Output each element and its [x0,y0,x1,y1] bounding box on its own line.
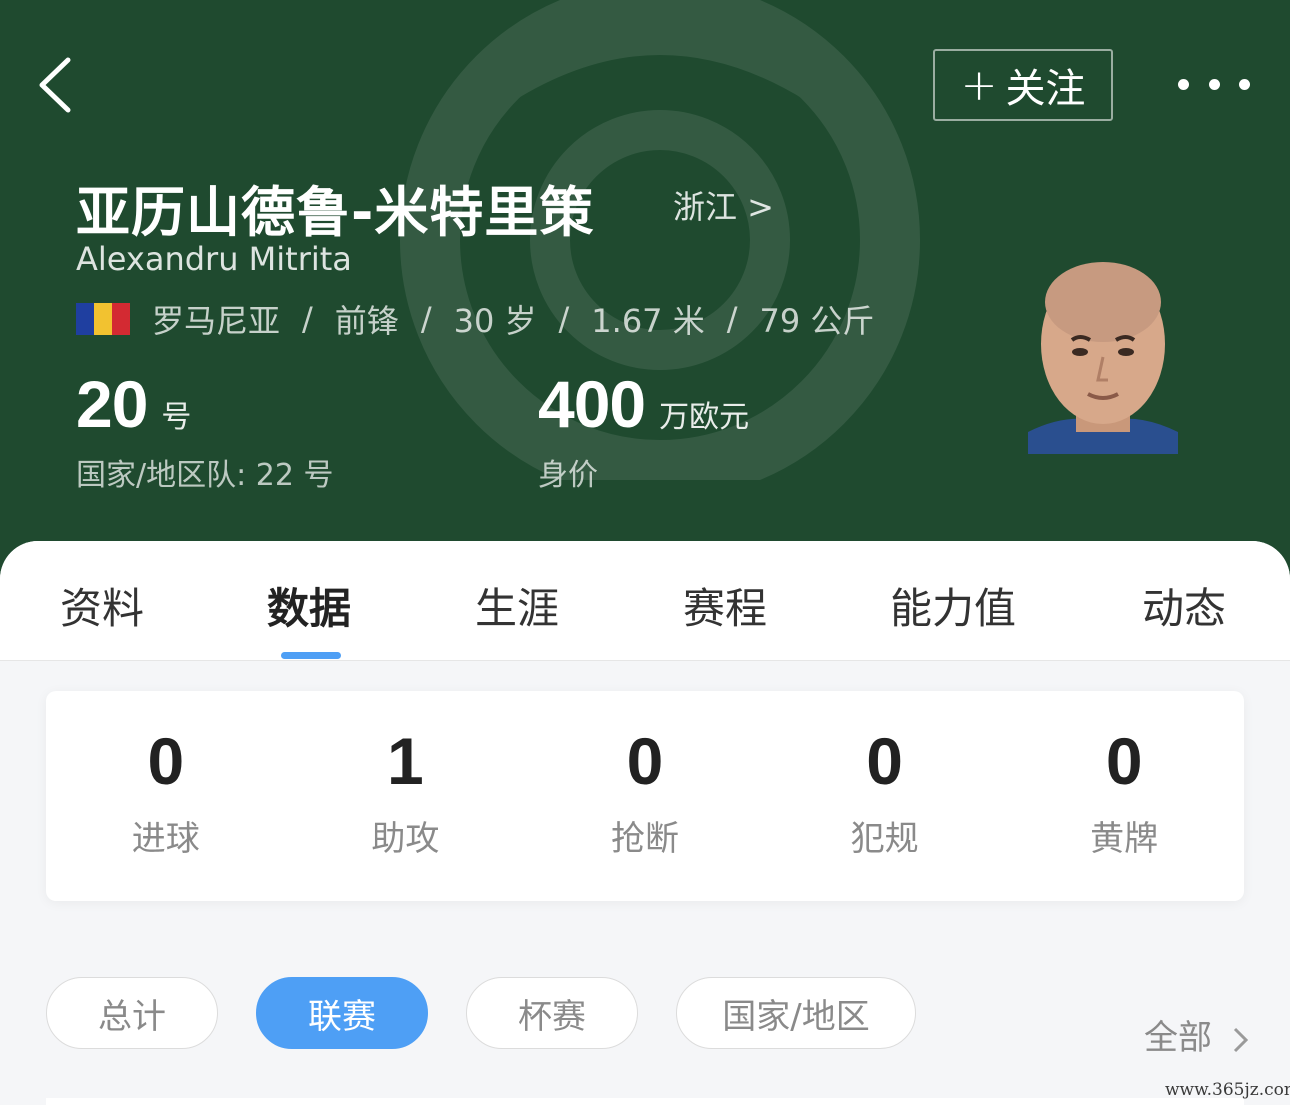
stat-tackles: 0 抢断 [525,691,765,901]
player-age: 30 岁 [453,302,537,340]
all-competitions-link[interactable]: 全部 [1144,1010,1251,1059]
separator: / [558,300,570,338]
romania-flag-icon [76,303,130,335]
plus-icon: + [960,59,998,111]
player-country: 罗马尼亚 [152,302,281,340]
stat-label: 助攻 [371,819,440,859]
filter-league[interactable]: 联赛 [256,977,428,1049]
tab-profile[interactable]: 资料 [60,575,144,636]
player-avatar [1028,262,1178,454]
national-team-number: 国家/地区队: 22 号 [76,458,334,493]
stat-value: 0 [147,724,185,798]
list-top-edge [46,1098,1244,1105]
player-height: 1.67 米 [591,302,705,340]
content-panel: 资料 数据 生涯 赛程 能力值 动态 0 进球 1 助攻 0 抢断 0 犯规 0… [0,541,1290,1105]
follow-button[interactable]: + 关注 [933,49,1113,121]
player-header: + 关注 亚历山德鲁-米特里策 浙江 > Alexandru Mitrita 罗… [0,0,1290,580]
all-link-label: 全部 [1144,1018,1212,1058]
stat-yellow-cards: 0 黄牌 [1004,691,1244,901]
market-value-label: 身价 [538,458,598,493]
follow-label: 关注 [1005,66,1086,112]
stat-label: 抢断 [610,819,679,859]
tab-ability[interactable]: 能力值 [890,575,1016,636]
stat-value: 0 [626,724,664,798]
site-watermark: www.365jz.com [1165,1080,1290,1100]
separator: / [302,300,313,338]
stat-label: 犯规 [850,819,919,859]
filter-cup[interactable]: 杯赛 [466,977,638,1049]
stats-summary-card: 0 进球 1 助攻 0 抢断 0 犯规 0 黄牌 [46,691,1244,901]
market-value: 400 万欧元 [538,367,750,441]
shirt-number: 20 号 [76,367,192,441]
team-link[interactable]: 浙江 > [673,182,774,228]
back-icon[interactable] [30,50,90,120]
tab-career[interactable]: 生涯 [475,575,559,636]
filter-national[interactable]: 国家/地区 [676,977,916,1049]
stat-value: 0 [1105,724,1143,798]
stat-value: 1 [387,724,424,798]
stat-assists: 1 助攻 [286,691,526,901]
player-name-en: Alexandru Mitrita [76,240,352,278]
tab-stats[interactable]: 数据 [267,575,351,636]
tab-bar: 资料 数据 生涯 赛程 能力值 动态 [0,541,1290,661]
chevron-right-icon [1233,1027,1248,1052]
separator: / [420,300,432,338]
stat-fouls: 0 犯规 [765,691,1005,901]
tab-news[interactable]: 动态 [1142,575,1226,636]
separator: / [726,300,738,338]
stat-label: 进球 [131,819,200,859]
active-tab-indicator [281,652,341,659]
player-position: 前锋 [334,302,399,340]
filter-total[interactable]: 总计 [46,977,218,1049]
more-options-icon[interactable] [1178,62,1250,106]
player-name-cn: 亚历山德鲁-米特里策 [76,181,595,244]
player-info-row: 罗马尼亚 / 前锋 / 30 岁 / 1.67 米 / 79 公斤 [76,296,874,342]
player-weight: 79 公斤 [759,302,875,340]
stat-label: 黄牌 [1090,819,1159,859]
stat-value: 0 [866,724,903,798]
stat-goals: 0 进球 [46,691,286,901]
tab-schedule[interactable]: 赛程 [683,575,767,636]
